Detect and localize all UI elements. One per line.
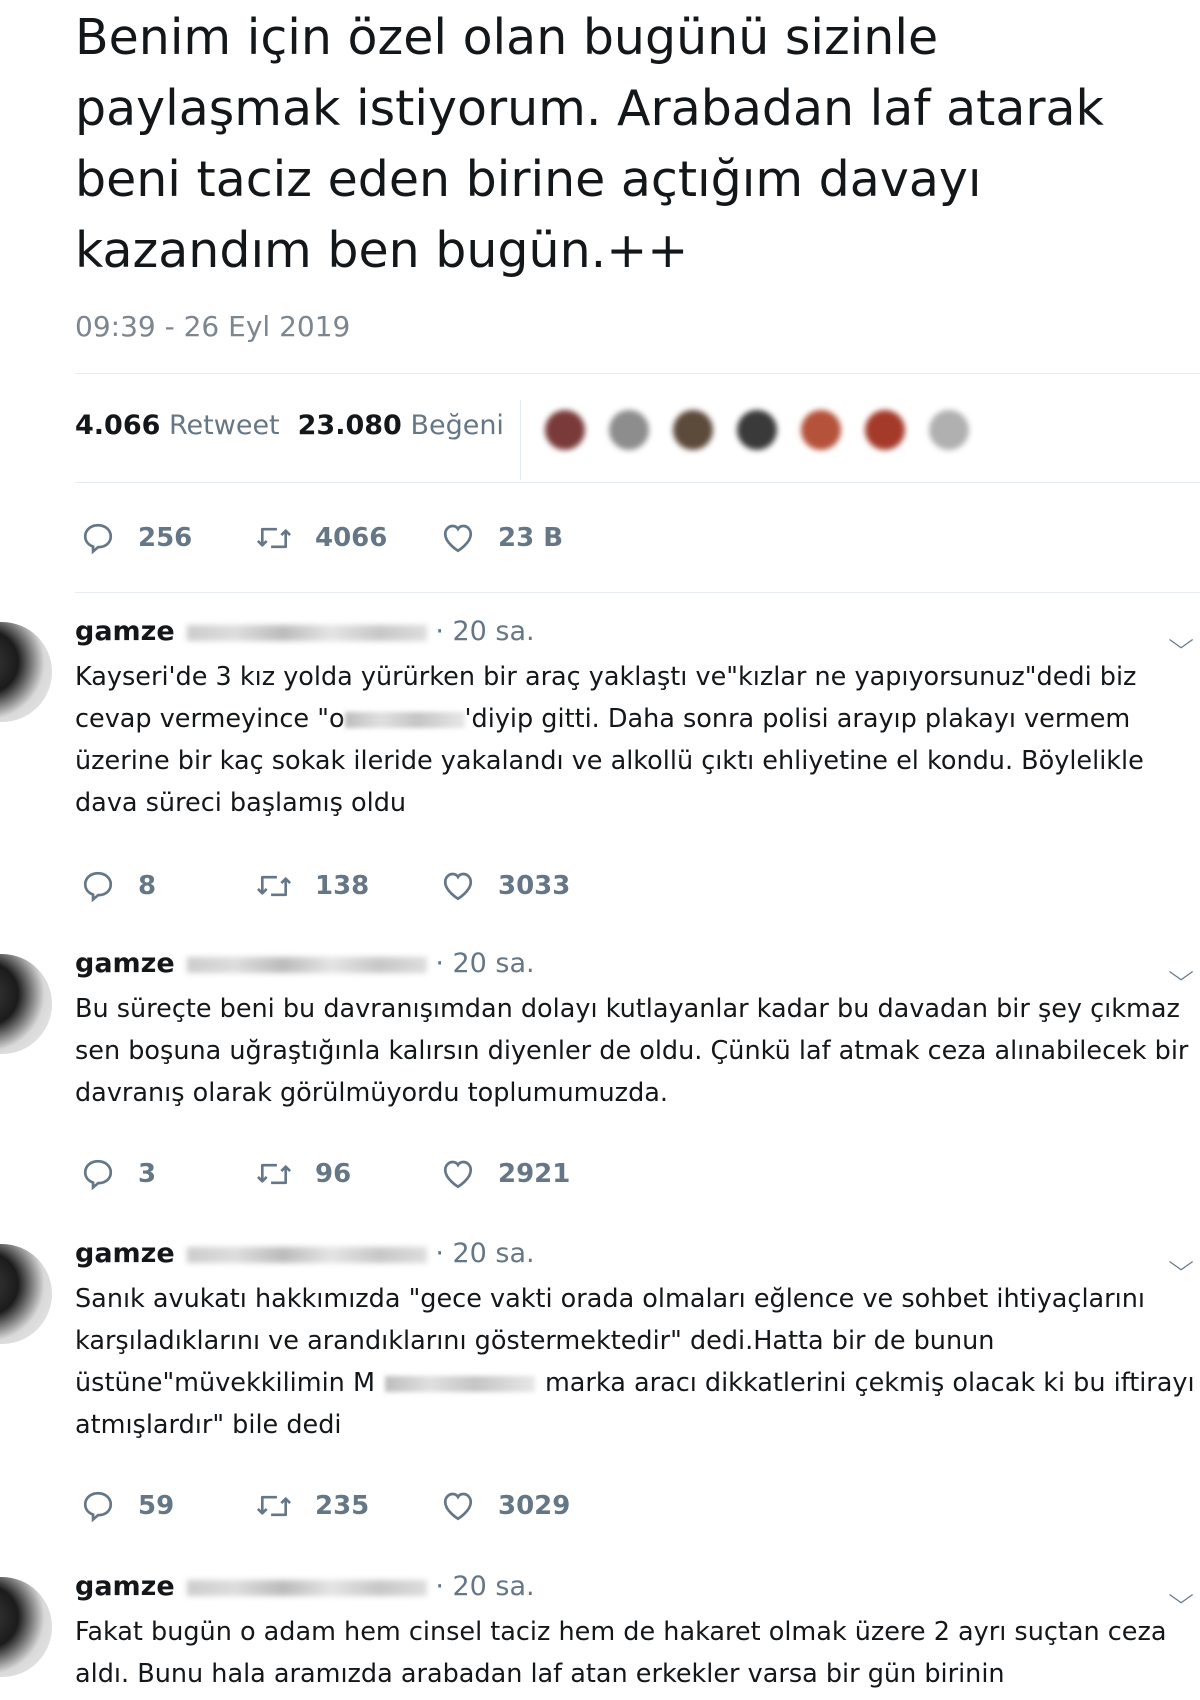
reply-tweet[interactable]: gamze · 20 sa. ⌵ Fakat bugün o adam hem … [0, 1555, 1200, 1700]
reply-header: gamze · 20 sa. [75, 1571, 535, 1602]
liker-avatar[interactable] [801, 410, 841, 450]
reply-tweet[interactable]: gamze · 20 sa. ⌵ Kayseri'de 3 kız yolda … [0, 600, 1200, 930]
heart-icon [440, 868, 476, 904]
reply-tweet[interactable]: gamze · 20 sa. ⌵ Sanık avukatı hakkımızd… [0, 1222, 1200, 1552]
tweet-stats: 4.066 Retweet 23.080 Beğeni [75, 410, 504, 441]
author-name[interactable]: gamze [75, 1238, 175, 1269]
author-name[interactable]: gamze [75, 616, 175, 647]
heart-icon [440, 520, 476, 556]
reply-header: gamze · 20 sa. [75, 948, 535, 979]
liker-avatar[interactable] [929, 410, 969, 450]
reply-text: Fakat bugün o adam hem cinsel taciz hem … [75, 1617, 1167, 1689]
reply-header: gamze · 20 sa. [75, 616, 535, 647]
reply-icon [80, 868, 116, 904]
like-stat[interactable]: 23.080 Beğeni [298, 410, 504, 441]
reply-text: Bu süreçte beni bu davranışımdan dolayı … [75, 994, 1189, 1108]
tweet-timestamp[interactable]: 09:39 - 26 Eyl 2019 [75, 310, 350, 343]
retweet-button[interactable]: 96 [255, 1156, 351, 1192]
like-button[interactable]: 2921 [440, 1156, 570, 1192]
retweet-stat[interactable]: 4.066 Retweet [75, 410, 280, 441]
retweet-icon [255, 520, 293, 556]
reply-button[interactable]: 8 [80, 868, 156, 904]
retweet-button[interactable]: 138 [255, 868, 369, 904]
reply-icon [80, 1488, 116, 1524]
reply-text: Kayseri'de 3 kız yolda yürürken bir araç… [75, 662, 1144, 818]
reply-button[interactable]: 3 [80, 1156, 156, 1192]
liker-avatar[interactable] [865, 410, 905, 450]
liker-avatar[interactable] [545, 410, 585, 450]
author-handle-redacted [186, 1246, 427, 1263]
avatar[interactable] [0, 1577, 52, 1677]
retweet-icon [255, 868, 293, 904]
like-button[interactable]: 23 B [440, 520, 563, 556]
retweet-icon [255, 1488, 293, 1524]
author-handle-redacted [186, 1579, 427, 1596]
retweet-button[interactable]: 235 [255, 1488, 369, 1524]
reply-button[interactable]: 256 [80, 520, 192, 556]
reply-time[interactable]: · 20 sa. [435, 616, 534, 647]
redacted-word [384, 1376, 535, 1392]
avatar[interactable] [0, 622, 52, 722]
divider [75, 482, 1200, 483]
liker-avatars[interactable] [520, 400, 1200, 480]
author-handle-redacted [186, 624, 427, 641]
reply-time[interactable]: · 20 sa. [435, 1238, 534, 1269]
retweet-button[interactable]: 4066 [255, 520, 387, 556]
reply-header: gamze · 20 sa. [75, 1238, 535, 1269]
reply-icon [80, 1156, 116, 1192]
like-button[interactable]: 3029 [440, 1488, 570, 1524]
reply-time[interactable]: · 20 sa. [435, 948, 534, 979]
heart-icon [440, 1156, 476, 1192]
tweet-text: Benim için özel olan bugünü sizinle payl… [75, 9, 1104, 279]
divider [75, 373, 1200, 374]
retweet-icon [255, 1156, 293, 1192]
redacted-word [344, 712, 465, 728]
reply-time[interactable]: · 20 sa. [435, 1571, 534, 1602]
like-button[interactable]: 3033 [440, 868, 570, 904]
divider [75, 592, 1200, 593]
author-name[interactable]: gamze [75, 948, 175, 979]
avatar[interactable] [0, 954, 52, 1054]
chevron-down-icon[interactable]: ⌵ [1168, 1248, 1193, 1276]
reply-text: Sanık avukatı hakkımızda "gece vakti ora… [75, 1284, 1195, 1440]
chevron-down-icon[interactable]: ⌵ [1168, 1581, 1193, 1609]
chevron-down-icon[interactable]: ⌵ [1168, 626, 1193, 654]
liker-avatar[interactable] [673, 410, 713, 450]
reply-tweet[interactable]: gamze · 20 sa. ⌵ Bu süreçte beni bu davr… [0, 932, 1200, 1222]
author-name[interactable]: gamze [75, 1571, 175, 1602]
avatar[interactable] [0, 1244, 52, 1344]
heart-icon [440, 1488, 476, 1524]
reply-button[interactable]: 59 [80, 1488, 174, 1524]
reply-icon [80, 520, 116, 556]
liker-avatar[interactable] [737, 410, 777, 450]
liker-avatar[interactable] [609, 410, 649, 450]
author-handle-redacted [186, 956, 427, 973]
chevron-down-icon[interactable]: ⌵ [1168, 958, 1193, 986]
